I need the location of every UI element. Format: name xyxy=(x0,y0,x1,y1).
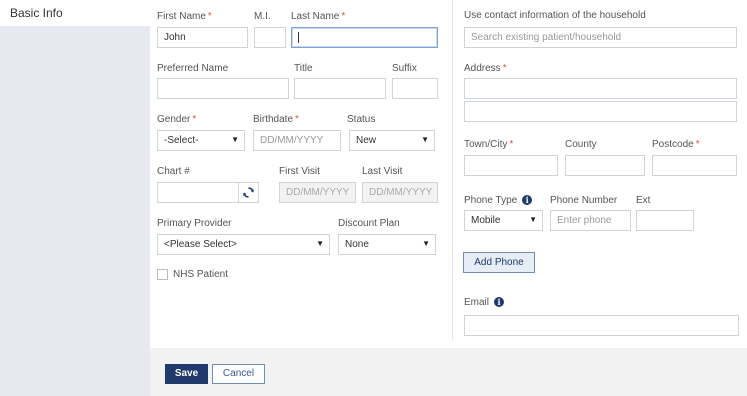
save-button[interactable]: Save xyxy=(165,364,208,384)
town-city-label: Town/City * xyxy=(464,139,514,150)
gender-label: Gender * xyxy=(157,114,197,125)
sidebar-tab-basic-info[interactable]: Basic Info xyxy=(0,0,150,26)
ext-field[interactable] xyxy=(636,210,694,231)
chevron-down-icon: ▼ xyxy=(421,135,429,144)
county-field[interactable] xyxy=(565,155,645,176)
address-line2-field[interactable] xyxy=(464,101,737,122)
discount-plan-select[interactable]: None ▼ xyxy=(338,234,436,255)
household-search-input[interactable]: Search existing patient/household xyxy=(464,27,737,48)
suffix-field[interactable] xyxy=(392,78,438,99)
mi-field[interactable] xyxy=(254,27,286,48)
status-select[interactable]: New ▼ xyxy=(349,130,435,151)
title-label: Title xyxy=(294,63,313,74)
county-label: County xyxy=(565,139,597,150)
address-line1-field[interactable] xyxy=(464,78,737,99)
last-name-label: Last Name * xyxy=(291,11,346,22)
first-visit-label: First Visit xyxy=(279,166,320,177)
email-field[interactable] xyxy=(464,315,739,336)
phone-type-select[interactable]: Mobile ▼ xyxy=(464,210,543,231)
chart-label: Chart # xyxy=(157,166,190,177)
info-icon[interactable]: i xyxy=(494,297,505,308)
column-divider xyxy=(452,0,453,340)
phone-type-label: Phone Type i xyxy=(464,195,533,206)
refresh-icon xyxy=(242,187,255,198)
mi-label: M.I. xyxy=(254,11,271,22)
postcode-label: Postcode * xyxy=(652,139,700,150)
status-label: Status xyxy=(347,114,376,125)
phone-number-field[interactable]: Enter phone xyxy=(550,210,631,231)
nhs-patient-checkbox[interactable] xyxy=(157,269,168,280)
first-visit-field: DD/MM/YYYY xyxy=(279,182,356,203)
birthdate-field[interactable]: DD/MM/YYYY xyxy=(253,130,341,151)
gender-select[interactable]: -Select- ▼ xyxy=(157,130,245,151)
last-name-field[interactable] xyxy=(291,27,438,48)
last-visit-field: DD/MM/YYYY xyxy=(362,182,438,203)
preferred-name-label: Preferred Name xyxy=(157,63,229,74)
primary-provider-label: Primary Provider xyxy=(157,218,232,229)
title-field[interactable] xyxy=(294,78,386,99)
sidebar: Basic Info xyxy=(0,0,150,396)
discount-plan-label: Discount Plan xyxy=(338,218,400,229)
first-name-field[interactable]: John xyxy=(157,27,248,48)
chevron-down-icon: ▼ xyxy=(316,239,324,248)
info-icon[interactable]: i xyxy=(522,195,533,206)
refresh-chart-button[interactable] xyxy=(238,182,259,203)
chevron-down-icon: ▼ xyxy=(422,239,430,248)
chart-number-field[interactable] xyxy=(157,182,239,203)
cancel-button[interactable]: Cancel xyxy=(212,364,265,384)
add-phone-button[interactable]: Add Phone xyxy=(463,252,535,273)
address-label: Address * xyxy=(464,63,507,74)
email-label: Email i xyxy=(464,297,505,308)
town-city-field[interactable] xyxy=(464,155,558,176)
household-label: Use contact information of the household xyxy=(464,10,646,21)
first-name-label: First Name * xyxy=(157,11,212,22)
ext-label: Ext xyxy=(636,195,651,206)
last-visit-label: Last Visit xyxy=(362,166,403,177)
birthdate-label: Birthdate * xyxy=(253,114,299,125)
suffix-label: Suffix xyxy=(392,63,417,74)
postcode-field[interactable] xyxy=(652,155,737,176)
chevron-down-icon: ▼ xyxy=(231,135,239,144)
nhs-patient-label: NHS Patient xyxy=(173,269,229,280)
primary-provider-select[interactable]: <Please Select> ▼ xyxy=(157,234,330,255)
text-cursor xyxy=(298,32,299,43)
phone-number-label: Phone Number xyxy=(550,195,618,206)
chevron-down-icon: ▼ xyxy=(529,215,537,224)
preferred-name-field[interactable] xyxy=(157,78,289,99)
